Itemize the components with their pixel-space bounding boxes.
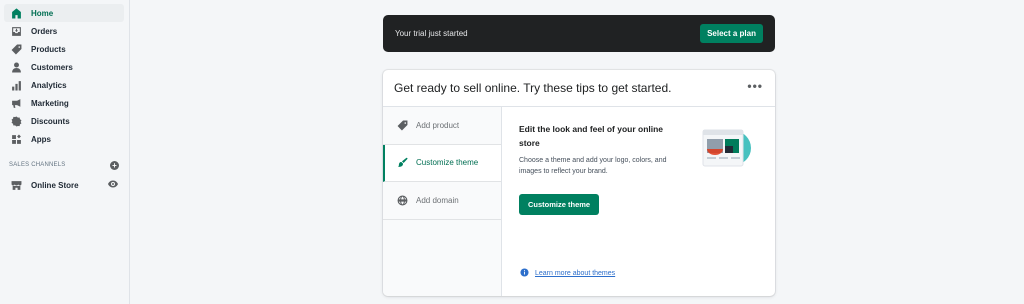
nav-list: Home Orders Products Customers Analytics… [0,0,129,148]
tag-icon [396,119,408,131]
sidebar-item-customers[interactable]: Customers [4,58,124,76]
tab-label: Add product [416,120,460,130]
sidebar-item-apps[interactable]: Apps [4,130,124,148]
panel-description: Choose a theme and add your logo, colors… [519,157,667,175]
tips-tabs: Add product Customize theme Add domain [383,107,502,296]
learn-more-row: Learn more about themes [520,268,615,279]
tab-add-product[interactable]: Add product [383,107,501,145]
tab-label: Add domain [416,195,459,205]
megaphone-icon [10,97,22,109]
sidebar-item-home[interactable]: Home [4,4,124,22]
tag-icon [10,43,22,55]
card-title: Get ready to sell online. Try these tips… [394,81,672,95]
setup-tips-card: Get ready to sell online. Try these tips… [383,70,775,296]
learn-more-themes-link[interactable]: Learn more about themes [535,270,615,277]
sidebar-item-online-store[interactable]: Online Store [4,176,124,194]
sidebar-item-discounts[interactable]: Discounts [4,112,124,130]
apps-icon [10,133,22,145]
more-actions-button[interactable]: ••• [747,80,763,94]
sidebar-item-label: Online Store [31,180,79,190]
trial-text: Your trial just started [395,29,468,38]
select-plan-button[interactable]: Select a plan [700,24,763,43]
brush-icon [396,157,408,169]
sidebar-item-label: Customers [31,62,73,72]
store-icon [10,179,22,191]
sidebar-item-label: Discounts [31,116,70,126]
card-header: Get ready to sell online. Try these tips… [383,70,775,107]
sidebar-item-label: Analytics [31,80,67,90]
globe-icon [396,194,408,206]
tab-customize-theme[interactable]: Customize theme [383,144,501,182]
sidebar-item-label: Apps [31,134,51,144]
add-channel-icon[interactable]: + [110,160,119,170]
sidebar-item-label: Orders [31,26,58,36]
tab-label: Customize theme [416,158,479,168]
tab-add-domain[interactable]: Add domain [383,182,501,220]
sidebar-item-products[interactable]: Products [4,40,124,58]
orders-icon [10,25,22,37]
sales-channels-label: SALES CHANNELS [9,162,66,168]
info-icon [520,268,529,279]
sidebar-item-orders[interactable]: Orders [4,22,124,40]
sidebar-item-label: Home [31,8,54,18]
online-store-left: Online Store [10,179,79,191]
sales-channels-header: SALES CHANNELS + [0,158,129,172]
theme-illustration [702,129,751,167]
panel-title: Edit the look and feel of your online st… [519,124,664,148]
sidebar-item-label: Products [31,44,66,54]
eye-icon[interactable] [108,180,118,190]
bar-chart-icon [10,79,22,91]
trial-banner: Your trial just started Select a plan [383,15,775,52]
sidebar: Home Orders Products Customers Analytics… [0,0,130,304]
discount-icon [10,115,22,127]
sidebar-item-label: Marketing [31,98,69,108]
home-icon [10,7,22,19]
sidebar-item-marketing[interactable]: Marketing [4,94,124,112]
customize-theme-button[interactable]: Customize theme [519,194,600,215]
person-icon [10,61,22,73]
sidebar-item-analytics[interactable]: Analytics [4,76,124,94]
